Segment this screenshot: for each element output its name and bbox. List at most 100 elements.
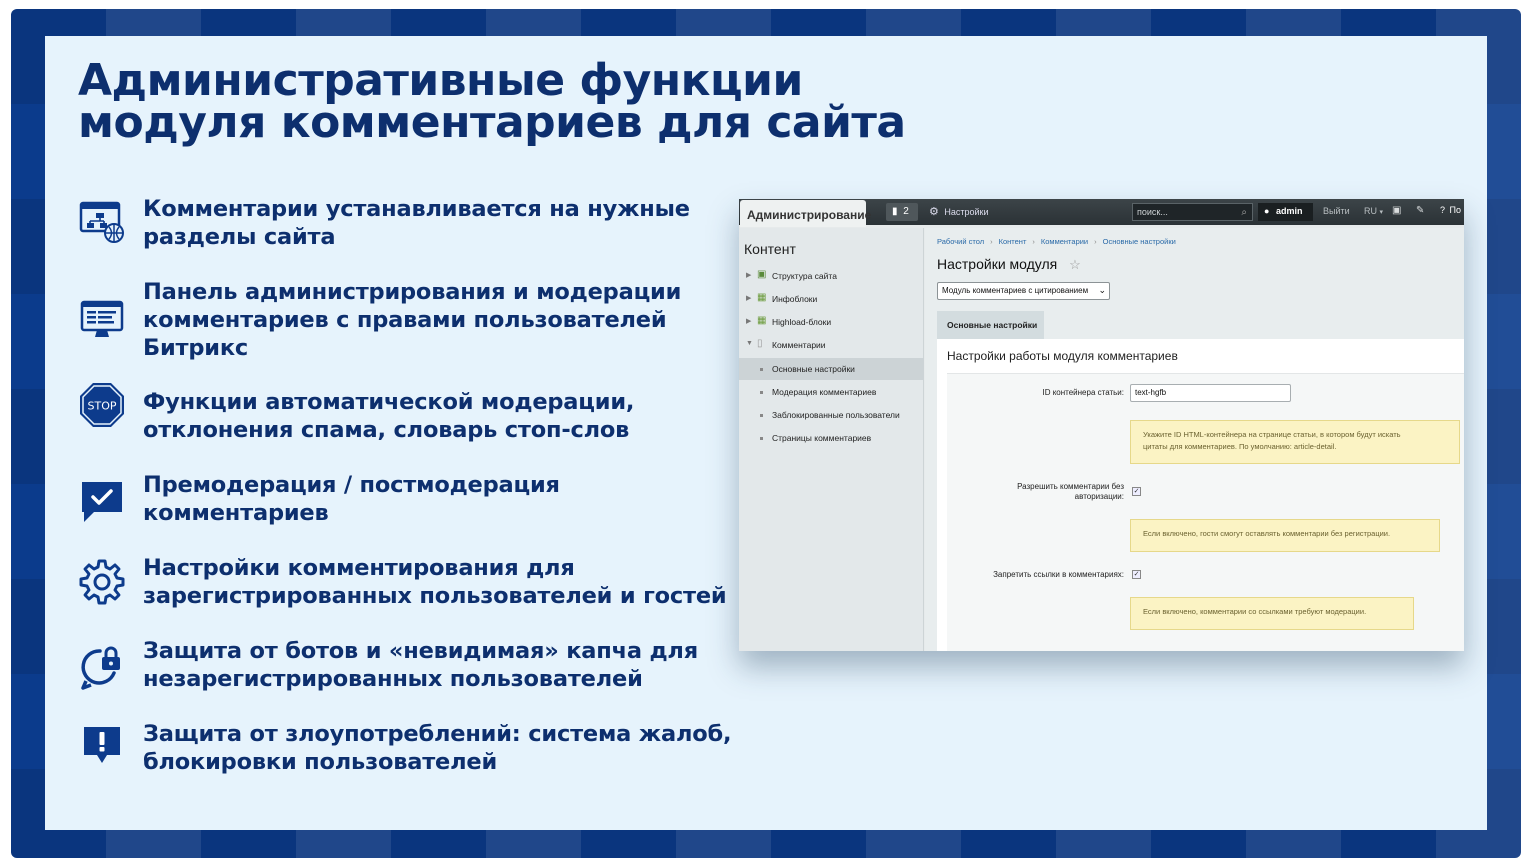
sidebar-item-highload[interactable]: ▶ ▦ Highload-блоки <box>739 311 924 333</box>
search-icon[interactable]: ⌕ <box>1241 207 1247 218</box>
breadcrumb-item[interactable]: Основные настройки <box>1103 237 1176 246</box>
user-name: admin <box>1275 206 1303 216</box>
admin-sidebar: Контент ▶ ▣ Структура сайта ▶ ▦ Инфоблок… <box>739 228 924 651</box>
bullet-icon <box>760 414 763 417</box>
chat-lock-icon <box>76 641 128 693</box>
stop-sign-text: STOP <box>88 400 117 413</box>
feature-line: Битрикс <box>143 335 249 361</box>
page-icon: ▯ <box>757 338 763 349</box>
feature-line: зарегистрированных пользователей и госте… <box>143 583 727 609</box>
module-select[interactable]: Модуль комментариев с цитированием ⌄ <box>937 282 1110 300</box>
module-select-value: Модуль комментариев с цитированием <box>942 286 1089 295</box>
stop-sign-icon: STOP <box>76 379 128 431</box>
window-icon[interactable]: ▣ <box>1392 205 1401 216</box>
bullet-icon <box>760 368 763 371</box>
bullet-icon <box>760 437 763 440</box>
sidebar-title: Контент <box>744 241 796 257</box>
sidebar-subitem-label: Страницы комментариев <box>772 433 872 443</box>
expand-arrow-icon[interactable]: ▶ <box>746 294 751 302</box>
allow-anonymous-checkbox[interactable]: ✓ <box>1132 487 1141 496</box>
hint-line: цитаты для комментариев. По умолчанию: a… <box>1143 442 1337 451</box>
feature-line: Защита от ботов и «невидимая» капча для <box>143 638 698 664</box>
feature-line: отклонения спама, словарь стоп-слов <box>143 417 630 443</box>
breadcrumb-item[interactable]: Рабочий стол <box>937 237 984 246</box>
admin-screenshot: Администрирование ▮ 2 ⚙ Настройки поиск.… <box>739 199 1464 651</box>
settings-button[interactable]: ⚙ Настройки <box>929 205 989 218</box>
feature-line: разделы сайта <box>143 224 336 250</box>
expand-arrow-icon[interactable]: ▶ <box>746 317 751 325</box>
sidebar-item-label: Инфоблоки <box>772 294 818 304</box>
star-icon[interactable]: ☆ <box>1069 257 1081 272</box>
gear-icon: ⚙ <box>929 206 939 218</box>
sidebar-subitem-label: Основные настройки <box>772 364 855 374</box>
expand-arrow-icon[interactable]: ▶ <box>746 271 751 279</box>
collapse-arrow-icon[interactable]: ▼ <box>746 340 753 347</box>
sitemap-globe-icon <box>76 195 128 247</box>
container-id-label: ID контейнера статьи: <box>1042 388 1124 397</box>
feature-line: Функции автоматической модерации, <box>143 389 635 415</box>
feature-line: Защита от злоупотреблений: система жалоб… <box>143 721 732 747</box>
form-title: Настройки работы модуля комментариев <box>947 349 1178 363</box>
logout-link[interactable]: Выйти <box>1323 206 1350 216</box>
help-label: По <box>1449 205 1462 215</box>
page-title-text: Настройки модуля <box>937 256 1058 272</box>
tab-main-settings[interactable]: Основные настройки <box>937 311 1044 339</box>
chat-alert-icon <box>76 719 128 771</box>
notification-count: 2 <box>903 206 909 217</box>
chevron-down-icon: ▾ <box>1379 209 1384 216</box>
forbid-links-label: Запретить ссылки в комментариях: <box>993 570 1124 579</box>
help-icon: ? <box>1440 205 1446 215</box>
highload-icon: ▦ <box>757 315 767 326</box>
search-input[interactable]: поиск... ⌕ <box>1132 203 1253 221</box>
sidebar-subitem-label: Модерация комментариев <box>772 387 877 397</box>
pin-icon[interactable]: ✎ <box>1416 205 1424 216</box>
language-label: RU <box>1364 206 1377 216</box>
feature-line: блокировки пользователей <box>143 749 498 775</box>
user-icon: ● <box>1264 206 1270 216</box>
admin-topbar: Администрирование ▮ 2 ⚙ Настройки поиск.… <box>739 199 1464 227</box>
feature-line: Премодерация / постмодерация <box>143 472 560 498</box>
language-select[interactable]: RU ▾ <box>1364 206 1383 216</box>
notifications-button[interactable]: ▮ 2 <box>886 203 918 221</box>
sidebar-subitem-comment-pages[interactable]: Страницы комментариев <box>739 427 924 449</box>
breadcrumb-item[interactable]: Контент <box>999 237 1027 246</box>
slide-title-line1: Административные функции <box>78 55 803 106</box>
sidebar-item-comments[interactable]: ▼ ▯ Комментарии <box>739 334 924 356</box>
breadcrumb-item[interactable]: Комментарии <box>1041 237 1088 246</box>
sidebar-subitem-moderation[interactable]: Модерация комментариев <box>739 381 924 403</box>
chat-check-icon <box>76 476 128 528</box>
feature-line: Комментарии устанавливается на нужные <box>143 196 690 222</box>
forbid-links-checkbox[interactable]: ✓ <box>1132 570 1141 579</box>
label-line: авторизации: <box>1074 492 1124 501</box>
breadcrumb: Рабочий стол › Контент › Комментарии › Основны… <box>937 237 1176 246</box>
form-body: ID контейнера статьи: text-hgfb Укажите … <box>947 373 1464 651</box>
gear-icon <box>76 556 128 608</box>
allow-anonymous-hint: Если включено, гости смогут оставлять ко… <box>1130 519 1440 552</box>
sidebar-subitem-main-settings[interactable]: Основные настройки <box>739 358 924 380</box>
label-line: Разрешить комментарии без <box>1017 482 1124 491</box>
search-placeholder: поиск... <box>1137 207 1168 217</box>
container-id-field[interactable]: text-hgfb <box>1130 384 1291 402</box>
forbid-links-hint: Если включено, комментарии со ссылками т… <box>1130 597 1414 630</box>
slide-title: Административные функции модуля коммента… <box>78 55 1078 148</box>
feature-line: комментариев с правами пользователей <box>143 307 667 333</box>
bullet-icon <box>760 391 763 394</box>
admin-monitor-icon <box>76 294 128 346</box>
slide-title-line2: модуля комментариев для сайта <box>78 97 906 148</box>
settings-form: Настройки работы модуля комментариев ID … <box>937 339 1464 651</box>
settings-label: Настройки <box>944 207 989 217</box>
user-button[interactable]: ● admin <box>1258 203 1313 221</box>
sidebar-item-label: Highload-блоки <box>772 317 832 327</box>
sidebar-item-infoblocks[interactable]: ▶ ▦ Инфоблоки <box>739 288 924 310</box>
help-button[interactable]: ? По <box>1440 205 1461 215</box>
feature-line: Настройки комментирования для <box>143 555 575 581</box>
feature-line: Панель администрирования и модерации <box>143 279 682 305</box>
sidebar-subitem-label: Заблокированные пользователи <box>772 410 900 420</box>
sidebar-item-site-structure[interactable]: ▶ ▣ Структура сайта <box>739 265 924 287</box>
tab-administration[interactable]: Администрирование <box>740 200 871 227</box>
sidebar-item-label: Структура сайта <box>772 271 837 281</box>
admin-content: Рабочий стол › Контент › Комментарии › Основны… <box>925 228 1464 651</box>
sidebar-subitem-blocked-users[interactable]: Заблокированные пользователи <box>739 404 924 426</box>
feature-line: комментариев <box>143 500 329 526</box>
feature-line: незарегистрированных пользователей <box>143 666 643 692</box>
